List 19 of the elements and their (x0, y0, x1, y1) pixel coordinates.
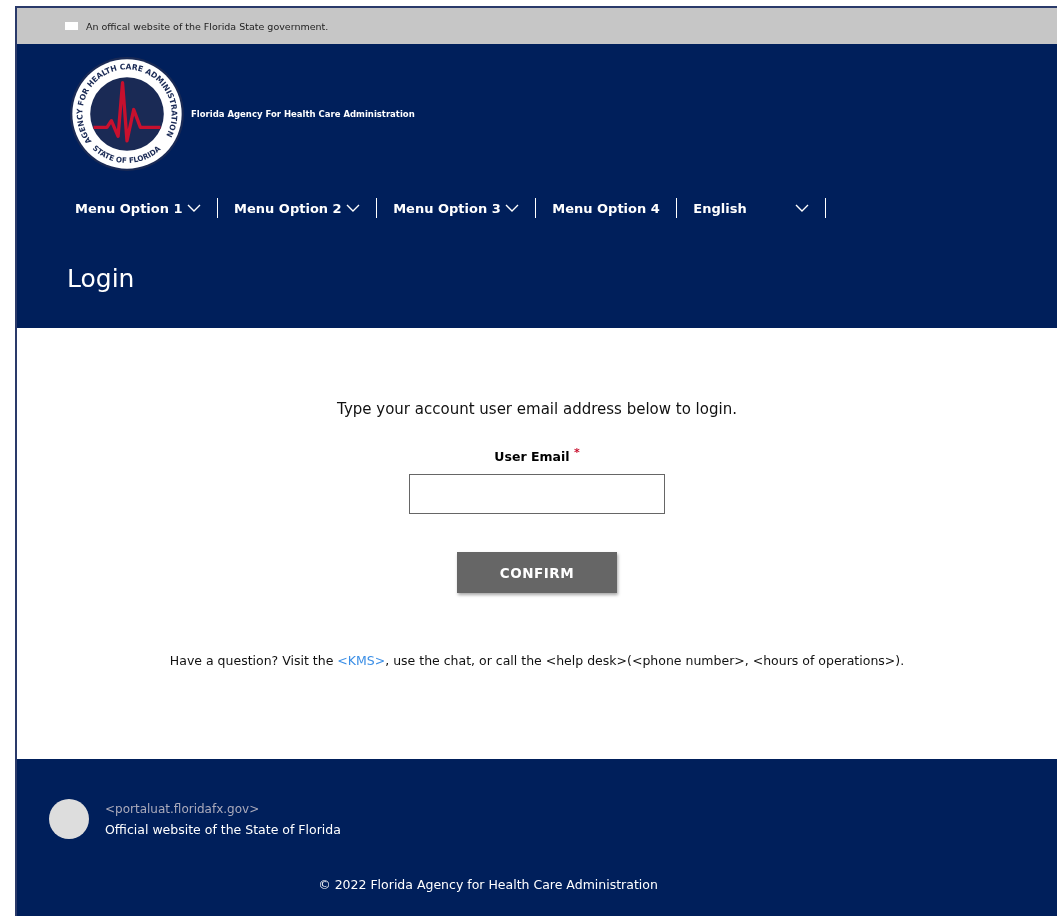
kms-link[interactable]: <KMS> (337, 653, 386, 669)
nav-menu-item[interactable]: Menu Option 1 (75, 200, 217, 216)
flag-icon (65, 22, 78, 30)
copyright-text: © 2022 Florida Agency for Health Care Administration (318, 877, 658, 892)
nav-menu-item[interactable]: Menu Option 2 (234, 200, 376, 216)
email-field[interactable] (409, 474, 665, 515)
domain-text: <portaluat.floridafx.gov> (105, 801, 261, 816)
nav-menu-item[interactable]: Menu Option 4 (552, 200, 676, 216)
help-text: Have a question? Visit the <KMS>, use the chat, or call the <help desk>(<phone number>, <hours of operations>). (169, 653, 905, 669)
official-text: Official website of the State of Florida (105, 821, 341, 837)
language-select[interactable]: English (693, 200, 825, 216)
instruction-text: Type your account user email address below to login. (337, 400, 737, 418)
confirm-button[interactable]: CONFIRM (457, 552, 617, 594)
seal-placeholder-icon (49, 799, 89, 839)
banner-text: An offical website of the Florida State government. (86, 20, 329, 32)
field-label: User Email $^{*}$ (494, 446, 580, 465)
agency-name: Florida Agency For Health Care Administration (191, 109, 415, 119)
page-title: Login (67, 264, 136, 293)
nav-menu-item[interactable]: Menu Option 3 (393, 200, 535, 216)
